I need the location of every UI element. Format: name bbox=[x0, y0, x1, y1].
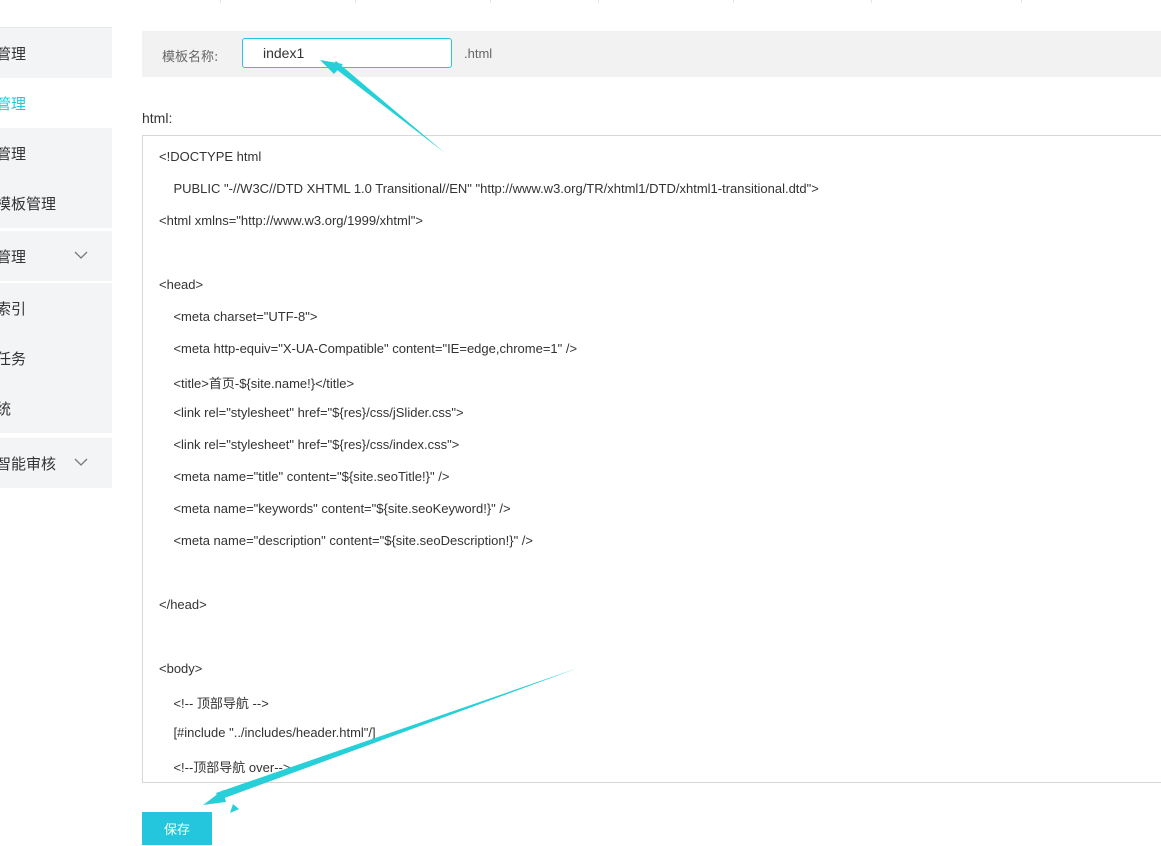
code-line: <meta charset="UTF-8"> bbox=[159, 309, 318, 324]
code-line: <meta name="description" content="${site… bbox=[159, 533, 534, 548]
sidebar-item-label: 管理 bbox=[0, 247, 27, 266]
code-line: <!-- 顶部导航 --> bbox=[159, 696, 269, 711]
html-label: html: bbox=[142, 110, 173, 126]
code-line: <body> bbox=[159, 661, 203, 676]
save-button[interactable]: 保存 bbox=[142, 812, 212, 845]
sidebar-item[interactable]: 任务 bbox=[0, 333, 112, 383]
sidebar-item-label: 智能审核 bbox=[0, 454, 57, 473]
template-name-bar: 模板名称: .html bbox=[142, 31, 1161, 77]
code-line: <link rel="stylesheet" href="${res}/css/… bbox=[159, 405, 464, 420]
sidebar-item[interactable]: 管理 bbox=[0, 28, 112, 78]
sidebar-item-label: 索引 bbox=[0, 299, 27, 318]
code-line: <!--顶部导航 over--> bbox=[159, 760, 291, 775]
sidebar-item[interactable]: 智能审核 bbox=[0, 438, 112, 488]
code-line: [#include "../includes/header.html"/] bbox=[159, 725, 376, 740]
sidebar-item-label: 管理 bbox=[0, 44, 27, 63]
code-line: <html xmlns="http://www.w3.org/1999/xhtm… bbox=[159, 213, 423, 228]
sidebar-item[interactable]: 管理 bbox=[0, 78, 112, 128]
template-name-input[interactable] bbox=[242, 38, 452, 68]
sidebar-item[interactable]: 模板管理 bbox=[0, 178, 112, 228]
code-line: <title>首页-${site.name!}</title> bbox=[159, 376, 355, 391]
file-suffix: .html bbox=[464, 46, 493, 61]
sidebar-item-label: 管理 bbox=[0, 144, 27, 163]
code-line: <meta name="title" content="${site.seoTi… bbox=[159, 469, 450, 484]
code-line: <meta name="keywords" content="${site.se… bbox=[159, 501, 511, 516]
chevron-down-icon bbox=[74, 251, 88, 259]
sidebar-item[interactable]: 统 bbox=[0, 383, 112, 433]
code-line: <link rel="stylesheet" href="${res}/css/… bbox=[159, 437, 460, 452]
sidebar-item-label: 模板管理 bbox=[0, 194, 57, 213]
code-line: <meta http-equiv="X-UA-Compatible" conte… bbox=[159, 341, 578, 356]
sidebar-item-label: 任务 bbox=[0, 349, 27, 368]
sidebar: 管理 管理 管理 模板管理 管理 索引 任务统智能审核 bbox=[0, 0, 112, 846]
sidebar-item[interactable]: 管理 bbox=[0, 128, 112, 178]
code-line: <head> bbox=[159, 277, 204, 292]
code-line: <!DOCTYPE html bbox=[159, 149, 262, 164]
chevron-down-icon bbox=[74, 458, 88, 466]
tab-strip bbox=[112, 0, 1161, 3]
template-name-label: 模板名称: bbox=[162, 50, 219, 65]
sidebar-item-label: 统 bbox=[0, 399, 12, 418]
sidebar-item-label: 管理 bbox=[0, 94, 27, 113]
sidebar-item[interactable]: 索引 bbox=[0, 283, 112, 333]
code-line: PUBLIC "-//W3C//DTD XHTML 1.0 Transition… bbox=[159, 181, 819, 196]
code-line: </head> bbox=[159, 597, 207, 612]
sidebar-item[interactable]: 管理 bbox=[0, 231, 112, 281]
html-code-editor[interactable]: <!DOCTYPE html PUBLIC "-//W3C//DTD XHTML… bbox=[142, 135, 1161, 783]
